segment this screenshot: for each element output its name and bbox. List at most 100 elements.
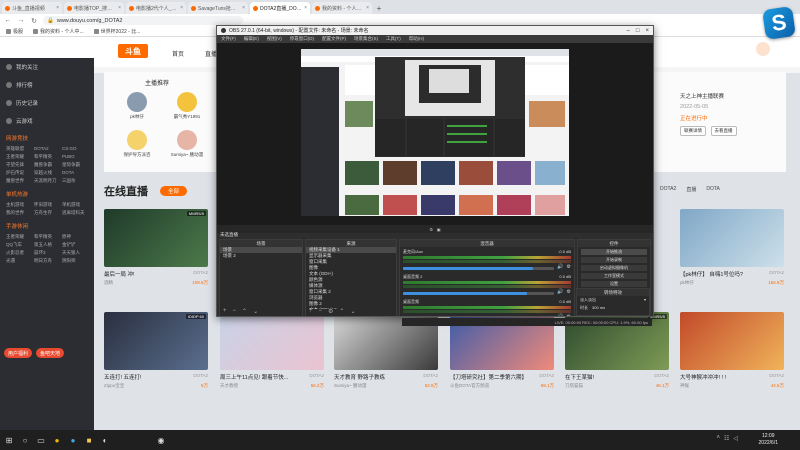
anchor-card[interactable]: 保护导方派咨 xyxy=(112,130,162,158)
gear-icon[interactable]: ⚙ xyxy=(567,264,571,270)
menu-scene-collection[interactable]: 场景集合(S) xyxy=(354,36,378,42)
sidebar-category-item[interactable]: 天涯明月刀 xyxy=(34,178,60,184)
remove-icon[interactable]: − xyxy=(319,308,323,315)
stream-category[interactable]: DOTA2 xyxy=(539,373,554,381)
user-avatar[interactable] xyxy=(756,42,770,56)
browser-tab-active[interactable]: DOTA2直播_DOTA2直播...× xyxy=(250,2,310,14)
start-streaming-button[interactable]: 开始推流 xyxy=(581,249,647,255)
chevron-up-icon[interactable]: ˄ xyxy=(716,435,720,442)
speaker-icon[interactable]: 🔊 xyxy=(557,314,563,316)
reload-icon[interactable]: ↻ xyxy=(30,17,38,25)
watch-live-button[interactable]: 去看直播 xyxy=(710,126,737,136)
sidebar-category-item[interactable]: DOTA xyxy=(62,170,88,176)
up-icon[interactable]: ⌃ xyxy=(242,308,247,315)
stream-card[interactable]: 大号神猴冲冲冲! ! ! DOTA2 神猴 44.6万 xyxy=(680,312,784,406)
streamer-name[interactable]: Zippo宝宝 xyxy=(104,383,124,389)
fishbar-button[interactable]: 鱼吧天地 xyxy=(36,348,65,358)
down-icon[interactable]: ⌄ xyxy=(253,308,258,315)
add-icon[interactable]: + xyxy=(223,308,227,315)
stream-card[interactable]: 天才教育 野路子教练 DOTA2 Sumiya~ 腰动漫 52.8万 xyxy=(334,312,438,406)
browser-tab[interactable]: 斗鱼_直播视频 × xyxy=(2,2,62,14)
settings-button[interactable]: 设置 xyxy=(581,281,647,287)
sidebar-item-cloud-game[interactable]: 云游戏 xyxy=(0,112,94,130)
volume-slider[interactable] xyxy=(403,291,555,295)
sidebar-item-rank[interactable]: 排行榜 xyxy=(0,76,94,94)
browser-tab[interactable]: 电影播TOP_搜索_神...× xyxy=(64,2,124,14)
nav-home[interactable]: 首页 xyxy=(172,49,184,58)
stream-category[interactable]: DOTA2 xyxy=(193,373,208,381)
sidebar-item-history[interactable]: 历史记录 xyxy=(0,94,94,112)
stream-title[interactable]: 天才教育 野路子教练 xyxy=(334,373,385,381)
start-recording-button[interactable]: 开始录制 xyxy=(581,257,647,263)
browser-tab[interactable]: 我的资料 - 个人中心 × xyxy=(312,2,372,14)
browser-tab[interactable]: SavageTuns抢个人...× xyxy=(188,2,248,14)
menu-help[interactable]: 帮助(H) xyxy=(409,36,424,42)
close-icon[interactable]: × xyxy=(645,28,649,34)
sidebar-category-item[interactable]: 王者荣耀 xyxy=(6,234,32,240)
stream-card[interactable]: 【pk林仔】 自嗨1号位吗? DOTA2 pk林仔 156.8万 xyxy=(680,209,784,303)
stream-title[interactable]: 最后一局 冲! xyxy=(104,270,135,278)
scene-item[interactable]: 场景 2 xyxy=(220,253,302,259)
gear-icon[interactable]: ⚙ xyxy=(567,289,571,295)
sidebar-category-item[interactable]: PUBG xyxy=(62,154,88,160)
volume-slider[interactable] xyxy=(403,317,554,318)
sidebar-category-item[interactable]: 穿越火线 xyxy=(34,170,60,176)
maximize-icon[interactable]: □ xyxy=(636,28,640,34)
stream-title[interactable]: 五连打! 五连打! xyxy=(104,373,142,381)
anchor-card[interactable]: Sumiya~ 腰动漫 xyxy=(162,130,212,158)
stream-category[interactable]: DOTA2 xyxy=(654,373,669,381)
user-benefit-button[interactable]: 用户福利 xyxy=(4,348,33,358)
sidebar-category-item[interactable]: 主机游戏 xyxy=(6,202,32,208)
menu-edit[interactable]: 编辑(E) xyxy=(244,36,259,42)
sidebar-category-item[interactable]: 炉石传说 xyxy=(6,170,32,176)
back-icon[interactable]: ← xyxy=(4,17,12,24)
stream-thumbnail[interactable] xyxy=(680,209,784,267)
speaker-icon[interactable]: 🔊 xyxy=(557,264,563,270)
sidebar-category-item[interactable]: 我的世界 xyxy=(6,210,32,216)
sidebar-category-item[interactable]: 阴阳师 xyxy=(62,258,88,264)
close-tab-icon[interactable]: × xyxy=(242,5,245,11)
menu-docks[interactable]: 停靠窗口(D) xyxy=(290,36,314,42)
sidebar-category-item[interactable]: 方舟生存 xyxy=(34,210,60,216)
stream-category[interactable]: DOTA2 xyxy=(193,270,208,278)
stream-card[interactable]: IDIDP 60 五连打! 五连打! DOTA2 Zippo宝宝 5万 xyxy=(104,312,208,406)
transition-select[interactable]: 淡入淡出 ▾ xyxy=(577,296,649,304)
filter-chip[interactable]: 直播 xyxy=(686,186,696,193)
stream-category[interactable]: DOTA2 xyxy=(423,373,438,381)
menu-view[interactable]: 视图(V) xyxy=(267,36,282,42)
stream-category[interactable]: DOTA2 xyxy=(769,373,784,381)
sidebar-category-item[interactable]: 崩坏3 xyxy=(34,250,60,256)
remove-icon[interactable]: − xyxy=(233,308,237,315)
sidebar-category-item[interactable]: 魔兽世界 xyxy=(6,178,32,184)
search-icon[interactable]: ○ xyxy=(20,435,30,445)
bookmark-item[interactable]: 极服 xyxy=(6,28,23,35)
streamer-name[interactable]: 斗鱼DOTA官方频道 xyxy=(450,383,489,389)
new-tab-button[interactable]: + xyxy=(374,2,384,14)
sidebar-category-item[interactable]: 三国杀 xyxy=(62,178,88,184)
stream-category[interactable]: DOTA2 xyxy=(769,270,784,278)
gear-icon[interactable]: ⚙ xyxy=(328,308,333,315)
stream-thumbnail[interactable]: IDIDP 60 xyxy=(104,312,208,370)
stream-title[interactable]: 【pk林仔】 自嗨1号位吗? xyxy=(680,270,743,278)
filter-chip[interactable]: DOTA2 xyxy=(660,186,676,193)
windows-start-icon[interactable]: ⊞ xyxy=(4,435,14,445)
steam-icon[interactable]: ◐ xyxy=(100,435,110,445)
stream-thumbnail[interactable] xyxy=(220,312,324,370)
chrome-icon[interactable]: ● xyxy=(52,435,62,445)
close-tab-icon[interactable]: × xyxy=(304,5,307,11)
sidebar-category-item[interactable]: 明日方舟 xyxy=(34,258,60,264)
bookmark-item[interactable]: 世界杯2022 - 比... xyxy=(93,28,140,35)
task-view-icon[interactable]: ▭ xyxy=(36,435,46,445)
up-icon[interactable]: ⌃ xyxy=(339,308,344,315)
address-bar[interactable]: 🔒 www.douyu.com/g_DOTA2 xyxy=(43,16,243,25)
browser-tab[interactable]: 电影播2代个人_下出...× xyxy=(126,2,186,14)
stream-card[interactable]: 【刀塔研究社】第二季第六期】 DOTA2 斗鱼DOTA官方频道 69.1万 xyxy=(450,312,554,406)
volume-icon[interactable]: ◁ xyxy=(733,435,738,442)
close-tab-icon[interactable]: × xyxy=(180,5,183,11)
site-logo[interactable]: 斗鱼 xyxy=(118,44,148,58)
obs-taskbar-icon[interactable]: ◉ xyxy=(156,435,166,445)
stream-card[interactable]: MMR5/5 最后一局 冲! DOTA2 酒精 109.6万 xyxy=(104,209,208,303)
sidebar-category-item[interactable]: 光遇 xyxy=(6,258,32,264)
close-tab-icon[interactable]: × xyxy=(118,5,121,11)
menu-tools[interactable]: 工具(T) xyxy=(386,36,401,42)
